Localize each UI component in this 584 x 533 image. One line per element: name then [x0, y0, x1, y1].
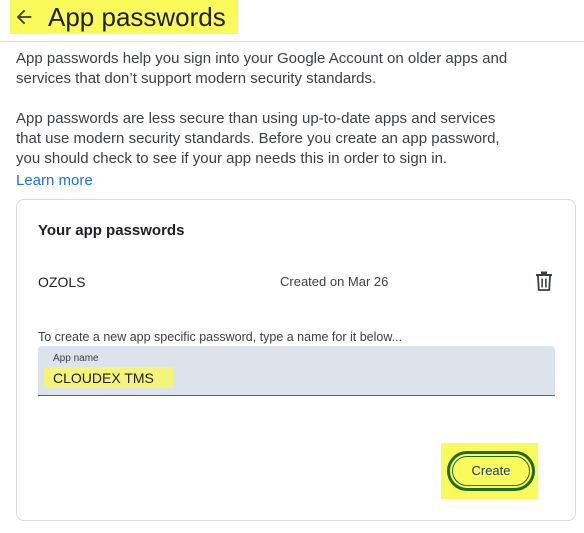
app-passwords-card: Your app passwords OZOLS Created on Mar … [16, 199, 576, 521]
app-name-field[interactable]: App name [38, 346, 555, 396]
password-name: OZOLS [38, 274, 86, 290]
page-header: App passwords [0, 0, 584, 42]
intro-paragraph-1: App passwords help you sign into your Go… [16, 50, 508, 87]
learn-more-link[interactable]: Learn more [16, 171, 93, 191]
page-title: App passwords [48, 2, 226, 32]
trash-icon[interactable] [535, 271, 553, 291]
create-button[interactable]: Create [447, 451, 535, 491]
app-name-label: App name [53, 353, 99, 364]
password-created-date: Created on Mar 26 [280, 274, 389, 289]
app-name-input[interactable] [53, 368, 353, 388]
create-instruction: To create a new app specific password, t… [38, 330, 403, 344]
card-title: Your app passwords [38, 222, 185, 239]
arrow-left-icon[interactable] [13, 6, 35, 28]
create-button-focus-ring [452, 456, 530, 486]
intro-paragraph-2: App passwords are less secure than using… [16, 110, 500, 167]
app-passwords-page: App passwords App passwords help you sig… [0, 0, 584, 533]
